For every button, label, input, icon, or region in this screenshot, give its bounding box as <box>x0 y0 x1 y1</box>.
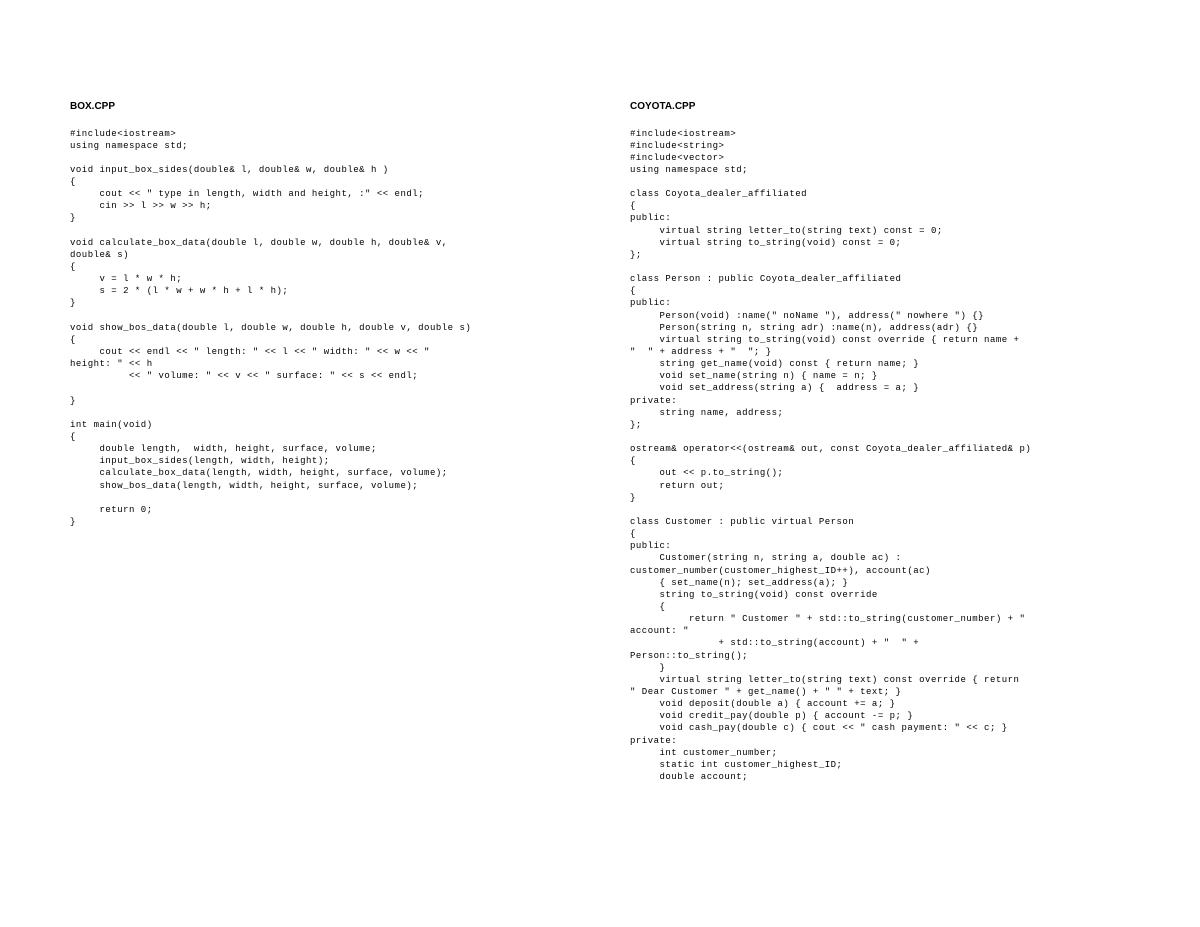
right-file-title: COYOTA.CPP <box>630 100 1130 114</box>
left-column: BOX.CPP #include<iostream> using namespa… <box>70 100 570 887</box>
right-column: COYOTA.CPP #include<iostream> #include<s… <box>630 100 1130 887</box>
left-file-title: BOX.CPP <box>70 100 570 114</box>
left-code: #include<iostream> using namespace std; … <box>70 128 570 529</box>
right-code: #include<iostream> #include<string> #inc… <box>630 128 1130 784</box>
